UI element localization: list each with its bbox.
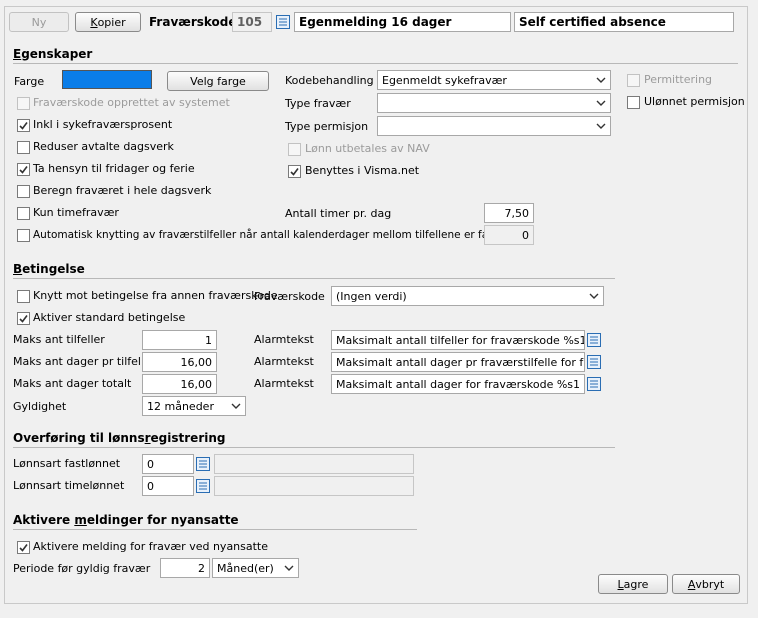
payroll-section-title: Overføring til lønnsregistrering [13,431,226,445]
link-other-label: Knytt mot betingelse fra annen fraværsko… [33,289,278,302]
properties-section-title: Egenskaper [13,47,93,61]
holidays-label: Ta hensyn til fridager og ferie [33,162,195,175]
alarm-label-3: Alarmtekst [254,377,314,390]
leave-type-label: Type permisjon [285,120,369,133]
chevron-down-icon [589,293,599,299]
reduce-workdays-label: Reduser avtalte dagsverk [33,140,174,153]
activate-message-checkbox[interactable] [17,541,30,554]
alarm-text-2-field[interactable]: Maksimalt antall dager pr fraværstilfell… [331,352,585,372]
incl-sick-percent-label: Inkl i sykefraværsprosent [33,118,173,131]
condition-absence-code-select[interactable]: (Ingen verdi) [331,286,604,306]
max-days-total-label: Maks ant dager totalt [13,377,132,390]
absence-type-label: Type fravær [285,97,351,110]
code-treatment-select[interactable]: Egenmeldt sykefravær [377,70,611,90]
system-created-label: Fraværskode opprettet av systemet [33,96,230,109]
alarm-text-3-field[interactable]: Maksimalt antall dager for fraværskode %… [331,374,585,394]
leave-type-select[interactable] [377,116,611,136]
layoff-label: Permittering [644,73,713,86]
absence-name-field[interactable]: Egenmelding 16 dager [294,12,511,32]
max-days-per-case-field[interactable]: 16,00 [142,352,217,372]
list-icon[interactable] [195,478,211,494]
activate-standard-checkbox[interactable] [17,312,30,325]
unpaid-leave-label: Ulønnet permisjon [644,95,745,108]
condition-absence-code-label: Fraværskode [254,290,325,303]
chevron-down-icon [596,100,606,106]
max-days-total-field[interactable]: 16,00 [142,374,217,394]
full-days-label: Beregn fraværet i hele dagsverk [33,184,212,197]
hourly-salary-type-label: Lønnsart timelønnet [13,479,125,492]
fixed-salary-type-label: Lønnsart fastlønnet [13,457,121,470]
messages-divider [13,529,417,530]
absence-english-name-field[interactable]: Self certified absence [514,12,734,32]
validity-label: Gyldighet [13,400,67,413]
list-icon[interactable] [586,354,602,370]
incl-sick-percent-checkbox[interactable] [17,119,30,132]
chevron-down-icon [596,123,606,129]
hours-only-label: Kun timefravær [33,206,119,219]
hourly-salary-type-name-field [214,476,414,496]
choose-color-button[interactable]: Velg farge [167,71,269,91]
validity-select[interactable]: 12 måneder [142,396,246,416]
period-label: Periode før gyldig fravær [13,562,151,575]
link-days-field[interactable]: 0 [484,225,534,245]
list-icon[interactable] [586,376,602,392]
unpaid-leave-checkbox[interactable] [627,96,640,109]
code-treatment-label: Kodebehandling [285,74,374,87]
activate-message-label: Aktivere melding for fravær ved nyansatt… [33,540,269,553]
fixed-salary-type-name-field [214,454,414,474]
chevron-down-icon [596,77,606,83]
list-icon[interactable] [275,14,291,30]
nav-pay-checkbox[interactable] [288,143,301,156]
properties-divider [13,63,738,64]
color-swatch[interactable] [62,70,152,89]
absence-code-field[interactable]: 105 [232,12,272,32]
messages-section-title: Aktivere meldinger for nyansatte [13,513,239,527]
activate-standard-label: Aktiver standard betingelse [33,311,186,324]
new-button[interactable]: Ny [9,12,69,32]
link-other-checkbox[interactable] [17,290,30,303]
auto-link-checkbox[interactable] [17,229,30,242]
copy-button-label-rest: opier [97,15,126,29]
alarm-label-2: Alarmtekst [254,355,314,368]
list-icon[interactable] [195,456,211,472]
alarm-text-1-field[interactable]: Maksimalt antall tilfeller for fraværsko… [331,330,585,350]
auto-link-label: Automatisk knytting av fraværstilfeller … [33,229,530,241]
chevron-down-icon [284,565,294,571]
absence-code-label: Fraværskode [149,15,237,29]
absence-type-select[interactable] [377,93,611,113]
condition-divider [13,278,615,279]
max-cases-label: Maks ant tilfeller [13,333,105,346]
save-button[interactable]: Lagre [598,574,668,594]
cancel-button[interactable]: Avbryt [672,574,740,594]
fixed-salary-type-field[interactable]: 0 [142,454,194,474]
hours-per-day-label: Antall timer pr. dag [285,207,392,220]
list-icon[interactable] [586,332,602,348]
chevron-down-icon [231,403,241,409]
system-created-checkbox[interactable] [17,97,30,110]
max-cases-field[interactable]: 1 [142,330,217,350]
layoff-checkbox[interactable] [627,74,640,87]
period-value-field[interactable]: 2 [160,558,210,578]
condition-section-title: Betingelse [13,262,85,276]
color-label: Farge [14,75,45,88]
max-days-per-case-label: Maks ant dager pr tilfelle [13,355,151,368]
visma-checkbox[interactable] [288,165,301,178]
hours-per-day-field[interactable]: 7,50 [484,203,534,223]
copy-button-label: K [90,15,98,29]
nav-pay-label: Lønn utbetales av NAV [305,142,430,155]
hourly-salary-type-field[interactable]: 0 [142,476,194,496]
copy-button[interactable]: Kopier [75,12,141,32]
hours-only-checkbox[interactable] [17,207,30,220]
period-unit-select[interactable]: Måned(er) [212,558,299,578]
holidays-checkbox[interactable] [17,163,30,176]
reduce-workdays-checkbox[interactable] [17,141,30,154]
full-days-checkbox[interactable] [17,185,30,198]
alarm-label-1: Alarmtekst [254,333,314,346]
payroll-divider [13,447,615,448]
visma-label: Benyttes i Visma.net [305,164,420,177]
